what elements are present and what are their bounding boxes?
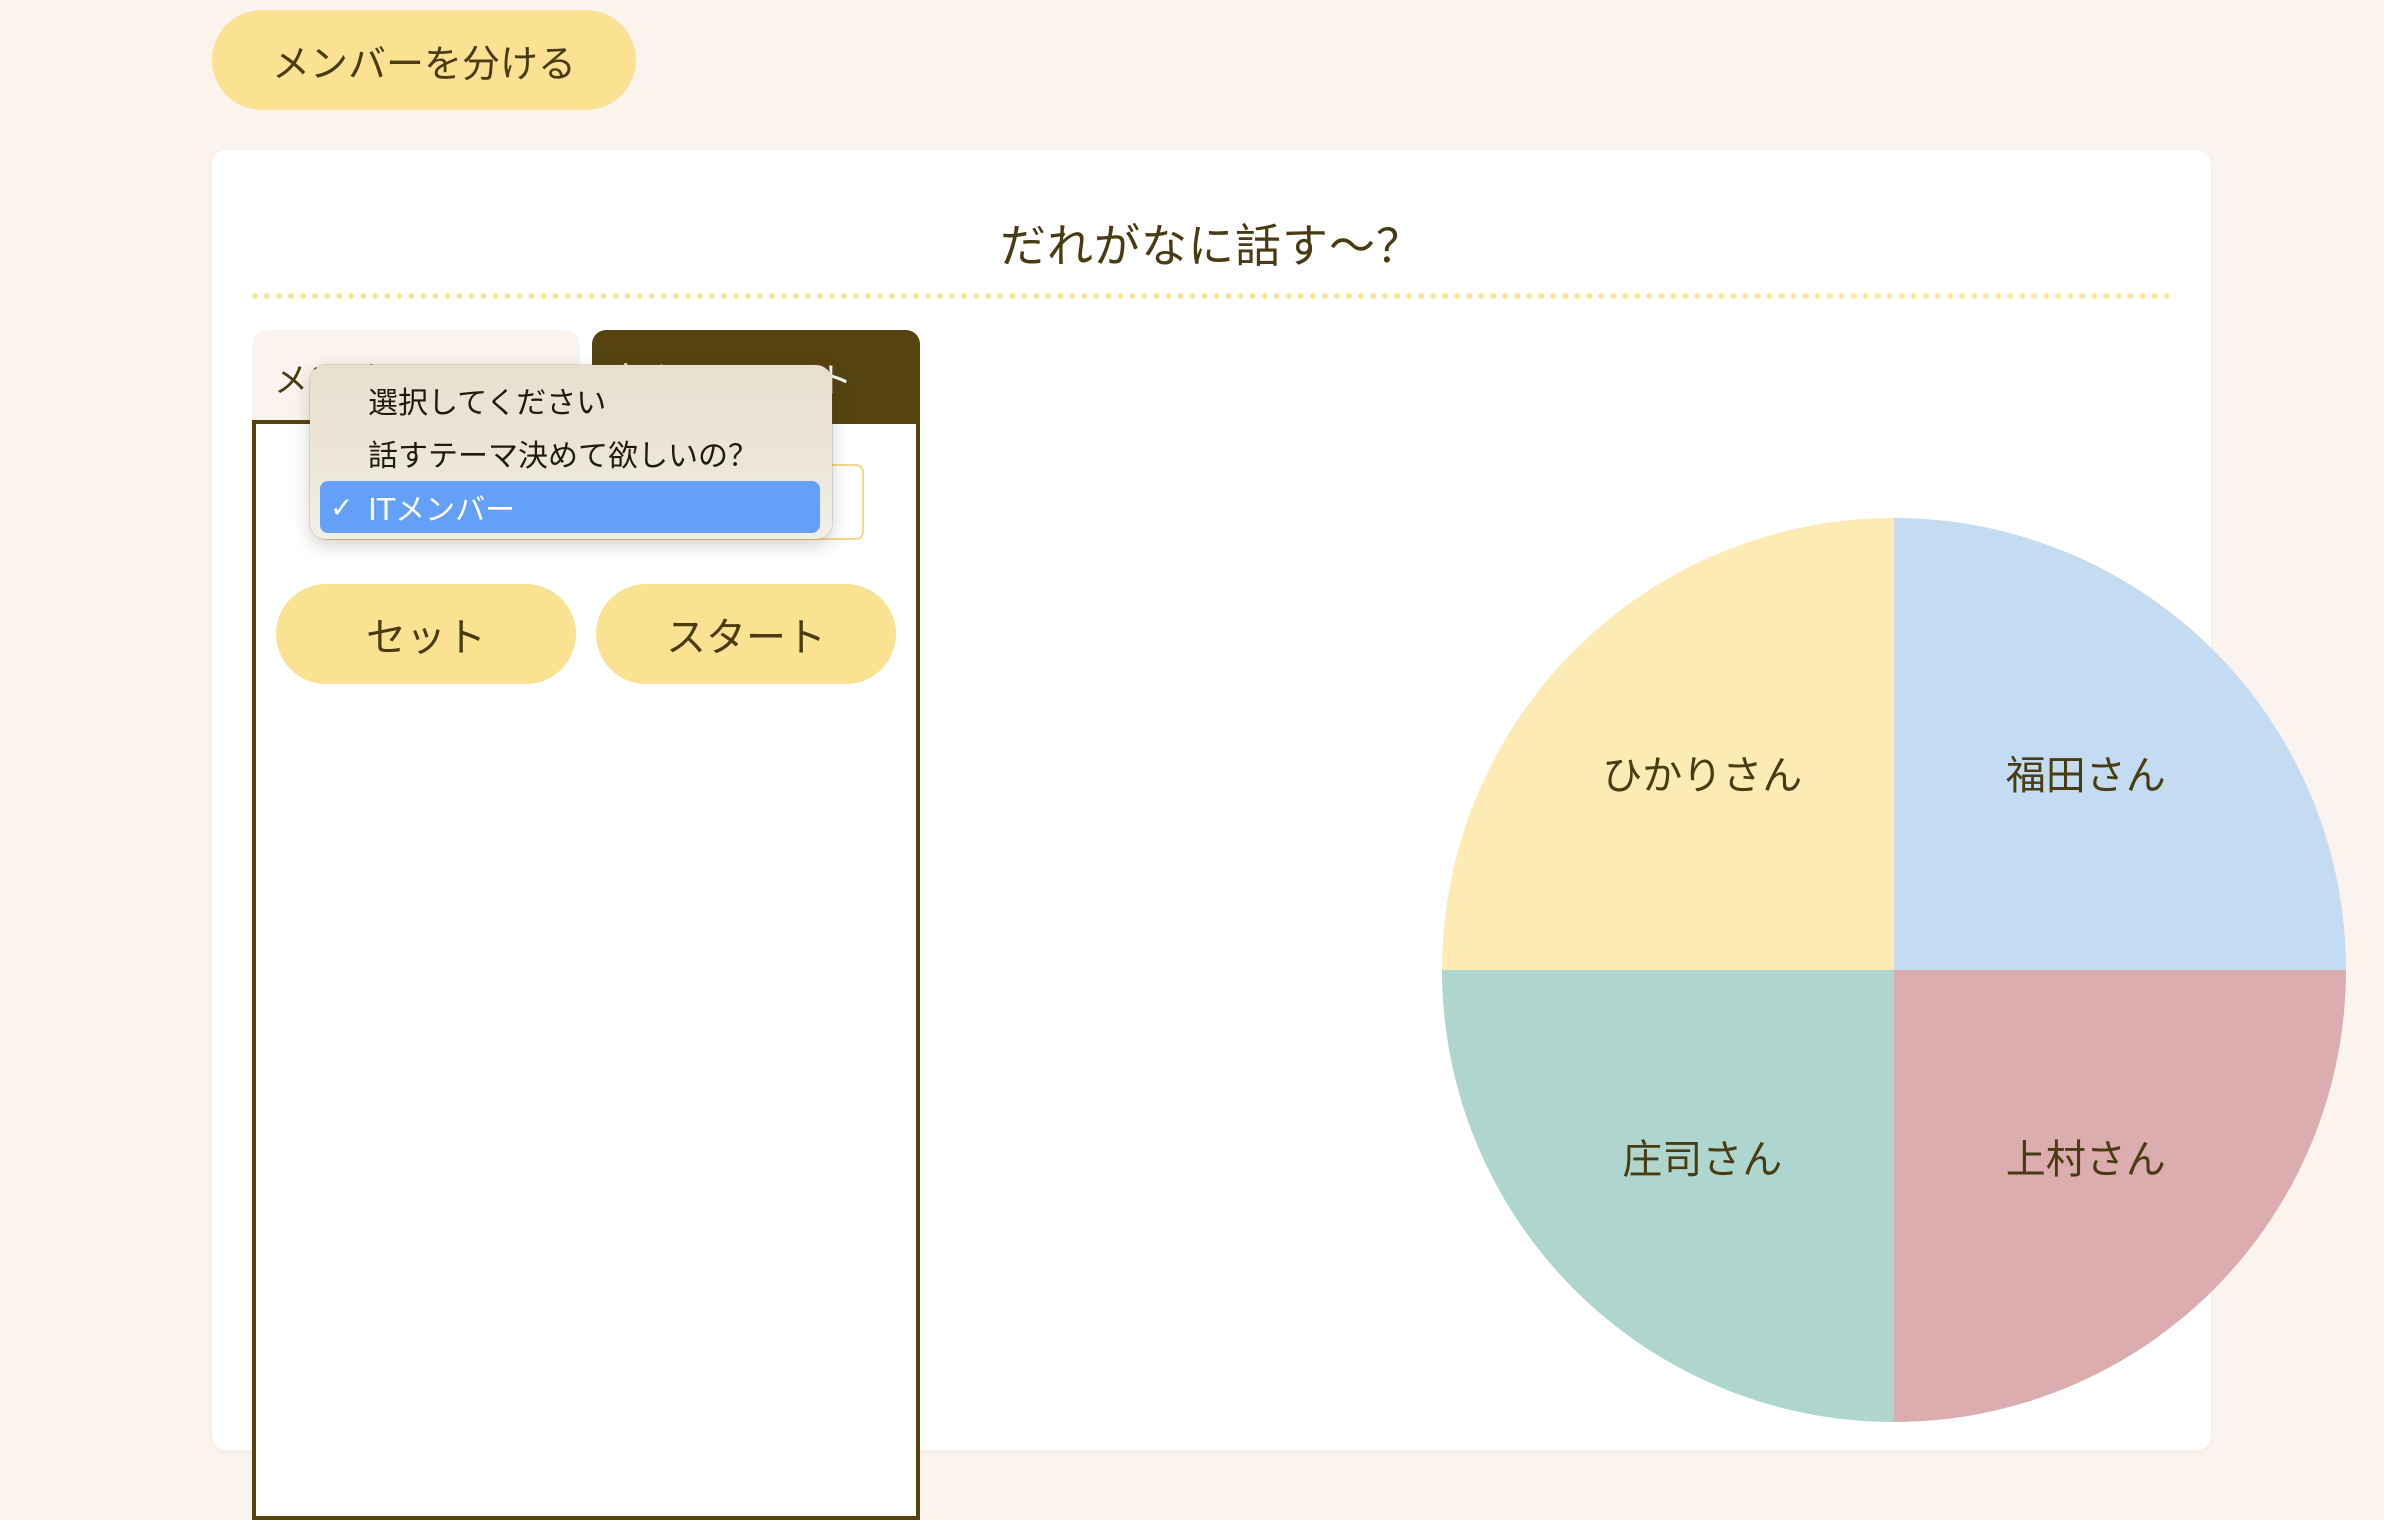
dropdown-option-theme[interactable]: 話すテーマ決めて欲しいの？ bbox=[320, 428, 820, 478]
card-title: だれがなに話す～？ bbox=[1000, 219, 1423, 273]
roulette-card: だれがなに話す～？ メンバールーレット 急なルーレット セット スタート 福田さ… bbox=[212, 150, 2346, 1520]
pie-slice-label: ひかりさん bbox=[1602, 753, 1802, 799]
pie-chart: 福田さん上村さん 庄司さん ひかりさん bbox=[1442, 518, 2346, 1422]
title-divider bbox=[252, 293, 2171, 299]
pie-slice bbox=[1894, 970, 2346, 1422]
roulette-panel: セット スタート bbox=[252, 420, 920, 1520]
pie-slice bbox=[1442, 970, 1894, 1422]
dropdown-option-placeholder[interactable]: 選択してください bbox=[320, 375, 820, 425]
pie-slice bbox=[1442, 518, 1894, 970]
start-button[interactable]: スタート bbox=[596, 584, 896, 684]
dropdown-option-label: ITメンバー bbox=[368, 493, 516, 528]
pie-slice-label: 福田さん bbox=[2006, 753, 2166, 799]
dropdown-option-it-members[interactable]: ✓ ITメンバー bbox=[320, 481, 820, 533]
pie-slice-label: 上村さん bbox=[2006, 1137, 2166, 1183]
split-members-button[interactable]: メンバーを分ける bbox=[212, 10, 636, 110]
member-select-dropdown: 選択してください 話すテーマ決めて欲しいの？ ✓ ITメンバー bbox=[310, 365, 832, 539]
set-button[interactable]: セット bbox=[276, 584, 576, 684]
roulette-pie: 福田さん上村さん 庄司さん ひかりさん bbox=[1442, 518, 2346, 1422]
pie-slice bbox=[1894, 518, 2346, 970]
checkmark-icon: ✓ bbox=[330, 490, 354, 524]
pie-slice-label: 庄司さん bbox=[1622, 1137, 1782, 1183]
